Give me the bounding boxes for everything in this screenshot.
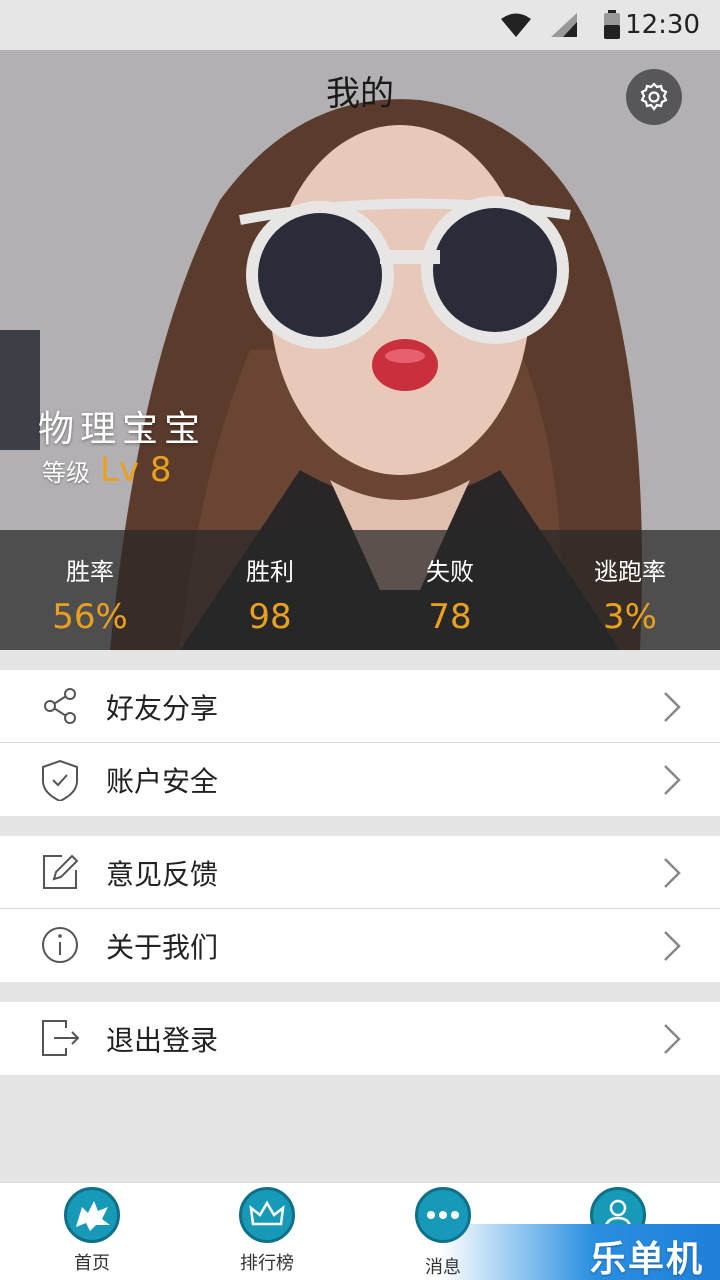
stat-value: 3%: [603, 597, 657, 637]
profile-header: 我的 物理宝宝 等级 Lv 8 胜率 56% 胜利 98 失败 78 逃跑率 3…: [0, 50, 720, 650]
chevron-right-icon: [664, 858, 681, 888]
stat-win-rate: 胜率 56%: [0, 530, 180, 650]
user-name: 物理宝宝: [38, 409, 207, 450]
user-level: 等级 Lv 8: [42, 450, 172, 490]
stat-label: 逃跑率: [594, 558, 666, 586]
menu-label: 账户安全: [106, 765, 219, 798]
menu-item-security[interactable]: 账户安全: [0, 743, 720, 816]
stats-bar: 胜率 56% 胜利 98 失败 78 逃跑率 3%: [0, 530, 720, 650]
stat-label: 胜利: [246, 558, 294, 586]
nav-home[interactable]: 首页: [32, 1187, 152, 1275]
gear-icon: [640, 82, 668, 111]
wifi-icon: [501, 13, 531, 37]
status-bar: 12:30: [0, 0, 720, 50]
menu-label: 关于我们: [106, 931, 219, 964]
level-label: 等级: [42, 459, 90, 487]
menu-label: 好友分享: [106, 692, 219, 725]
chevron-right-icon: [664, 692, 681, 722]
nav-label: 排行榜: [240, 1253, 294, 1274]
stat-losses: 失败 78: [360, 530, 540, 650]
watermark-text: 乐单机: [589, 1239, 704, 1280]
menu-item-share[interactable]: 好友分享: [0, 670, 720, 743]
status-time: 12:30: [625, 10, 700, 40]
menu-item-feedback[interactable]: 意见反馈: [0, 836, 720, 909]
stat-wins: 胜利 98: [180, 530, 360, 650]
logout-icon: [42, 1020, 80, 1056]
chevron-right-icon: [664, 765, 681, 795]
wolf-icon: [64, 1187, 120, 1243]
battery-icon: [604, 10, 620, 39]
menu-item-about[interactable]: 关于我们: [0, 909, 720, 982]
menu-label: 意见反馈: [106, 858, 219, 891]
nav-ranking[interactable]: 排行榜: [207, 1187, 327, 1275]
menu-group-social: 好友分享 账户安全: [0, 670, 720, 816]
crown-icon: [239, 1187, 295, 1243]
stat-label: 胜率: [66, 558, 114, 586]
stat-escape-rate: 逃跑率 3%: [540, 530, 720, 650]
menu-item-logout[interactable]: 退出登录: [0, 1002, 720, 1075]
level-value: Lv 8: [100, 450, 172, 490]
share-icon: [44, 688, 76, 724]
stat-value: 56%: [52, 597, 128, 637]
menu-group-account: 退出登录: [0, 1002, 720, 1075]
nav-label: 首页: [74, 1253, 110, 1274]
chevron-right-icon: [664, 1024, 681, 1054]
stat-value: 78: [428, 597, 472, 637]
menu-label: 退出登录: [106, 1024, 219, 1057]
menu-group-info: 意见反馈 关于我们: [0, 836, 720, 982]
info-icon: [42, 927, 78, 963]
shield-icon: [42, 759, 78, 801]
stat-label: 失败: [426, 558, 474, 586]
edit-icon: [43, 854, 79, 889]
watermark-logo: 乐单机: [440, 1224, 720, 1280]
signal-icon: [551, 13, 577, 37]
settings-button[interactable]: [626, 69, 682, 125]
chevron-right-icon: [664, 931, 681, 961]
page-title: 我的: [326, 74, 394, 114]
stat-value: 98: [248, 597, 292, 637]
